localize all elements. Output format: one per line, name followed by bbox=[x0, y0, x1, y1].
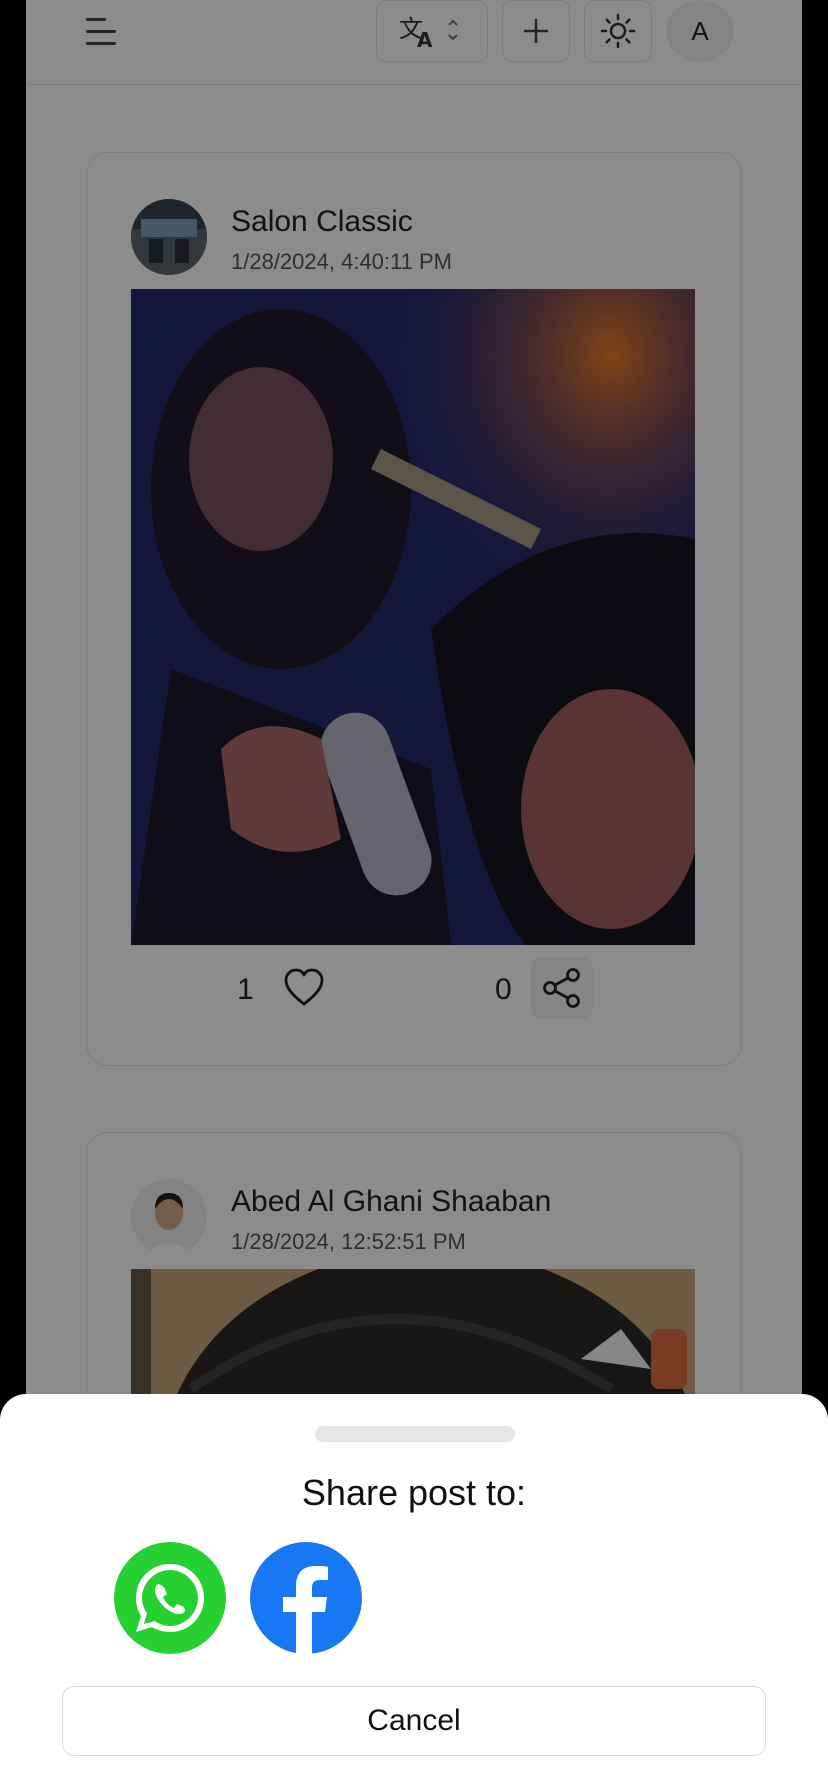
facebook-icon bbox=[283, 1566, 328, 1654]
drag-handle[interactable] bbox=[315, 1426, 515, 1442]
share-facebook-button[interactable] bbox=[250, 1542, 362, 1654]
share-sheet: Share post to: Cancel bbox=[0, 1394, 828, 1792]
cancel-button[interactable]: Cancel bbox=[62, 1686, 766, 1756]
whatsapp-icon bbox=[136, 1564, 204, 1632]
share-sheet-title: Share post to: bbox=[301, 1472, 527, 1513]
share-whatsapp-button[interactable] bbox=[114, 1542, 226, 1654]
